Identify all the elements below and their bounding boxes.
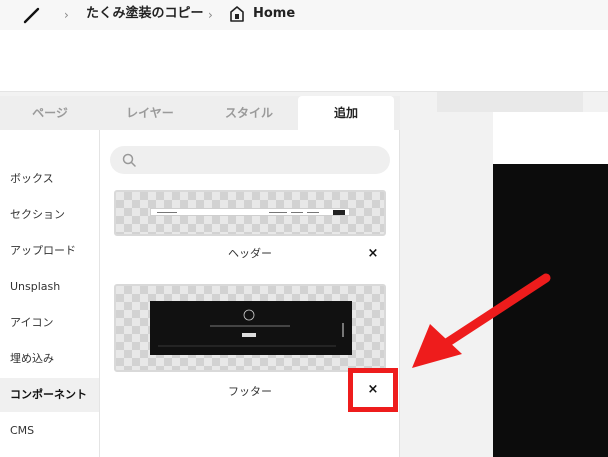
nav-item-box[interactable]: ボックス [0,162,99,196]
header-component-thumbnail[interactable] [114,190,386,236]
breadcrumb: › たくみ塗装のコピー › Home [0,0,608,30]
footer-component-label: フッター [228,385,272,398]
nav-item-icon[interactable]: アイコン [0,306,99,340]
nav-item-unsplash[interactable]: Unsplash [0,270,99,304]
tab-layers[interactable]: レイヤー [100,96,200,130]
breadcrumb-project[interactable]: たくみ塗装のコピー [86,6,204,22]
highlighted-footer-close-button[interactable]: × [348,368,398,412]
nav-item-section[interactable]: セクション [0,198,99,232]
header-component-label: ヘッダー [228,247,272,260]
search-input[interactable] [110,146,390,174]
canvas-toolbar-strip [437,92,583,112]
slash-logo-icon[interactable] [22,6,40,24]
nav-item-embed[interactable]: 埋め込み [0,342,99,376]
close-icon[interactable]: × [353,373,393,407]
tab-page[interactable]: ページ [0,96,100,130]
tab-styles[interactable]: スタイル [200,96,298,130]
home-page-icon [230,6,244,22]
chevron-right-icon: › [64,8,69,22]
add-category-nav: ボックス セクション アップロード Unsplash アイコン 埋め込み コンポ… [0,130,100,457]
footer-preview [150,301,352,355]
search-icon [122,153,136,167]
tab-add[interactable]: 追加 [298,96,394,130]
breadcrumb-page[interactable]: Home [253,6,295,22]
top-bar: › たくみ塗装のコピー › Home [0,0,608,92]
nav-item-cms[interactable]: CMS [0,414,99,448]
footer-component-thumbnail[interactable] [114,284,386,372]
panel-tabs: ページ レイヤー スタイル 追加 [0,96,400,130]
header-preview [150,208,350,216]
add-panel: ページ レイヤー スタイル 追加 ボックス セクション アップロード Unspl… [0,96,400,457]
chevron-right-icon: › [208,8,213,22]
close-icon[interactable]: × [366,247,380,261]
nav-item-upload[interactable]: アップロード [0,234,99,268]
nav-item-components[interactable]: コンポーネント [0,378,99,412]
red-arrow-icon [412,273,551,368]
